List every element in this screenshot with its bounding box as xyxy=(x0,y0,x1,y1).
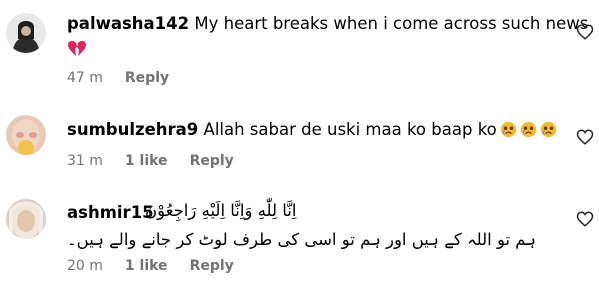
username[interactable]: palwasha142 xyxy=(67,14,189,33)
crying-face-emoji xyxy=(540,121,557,143)
timestamp[interactable]: 47 m xyxy=(67,70,103,86)
comment-meta: 20 m 1 like Reply xyxy=(67,257,234,275)
comment-text: Allah sabar de uski maa ko baap ko xyxy=(203,120,497,139)
comment-line: palwasha142 My heart breaks when i come … xyxy=(67,14,588,34)
timestamp[interactable]: 20 m xyxy=(67,258,103,274)
reply-button[interactable]: Reply xyxy=(190,258,234,274)
comment-urdu-text: ہم تو اللہ کے ہیں اور ہم تو اسی کی طرف ل… xyxy=(67,230,536,249)
timestamp[interactable]: 31 m xyxy=(67,153,103,169)
like-heart-icon[interactable] xyxy=(576,210,594,228)
like-heart-icon[interactable] xyxy=(576,128,594,146)
avatar[interactable] xyxy=(6,199,46,239)
comment-meta: 31 m 1 like Reply xyxy=(67,152,234,170)
crying-face-emoji xyxy=(500,121,517,143)
username[interactable]: sumbulzehra9 xyxy=(67,120,198,139)
likes-count[interactable]: 1 like xyxy=(125,258,168,274)
comment-meta: 47 m Reply xyxy=(67,69,169,87)
comment-text: My heart breaks when i come across such … xyxy=(194,14,589,33)
avatar[interactable] xyxy=(6,115,46,155)
comment-line: sumbulzehra9 Allah sabar de uski maa ko … xyxy=(67,120,557,143)
comment-line: ashmir15 xyxy=(67,203,154,223)
avatar[interactable] xyxy=(6,13,46,53)
likes-count[interactable]: 1 like xyxy=(125,153,168,169)
like-heart-icon[interactable] xyxy=(576,23,594,41)
reply-button[interactable]: Reply xyxy=(190,153,234,169)
comment-arabic-text: اِنَّا لِلّٰهِ وَاِنَّا اِلَيْهِ رَاجِعُ… xyxy=(145,201,297,220)
broken-heart-emoji xyxy=(67,40,87,62)
username[interactable]: ashmir15 xyxy=(67,203,154,222)
crying-face-emoji xyxy=(520,121,537,143)
reply-button[interactable]: Reply xyxy=(125,70,169,86)
